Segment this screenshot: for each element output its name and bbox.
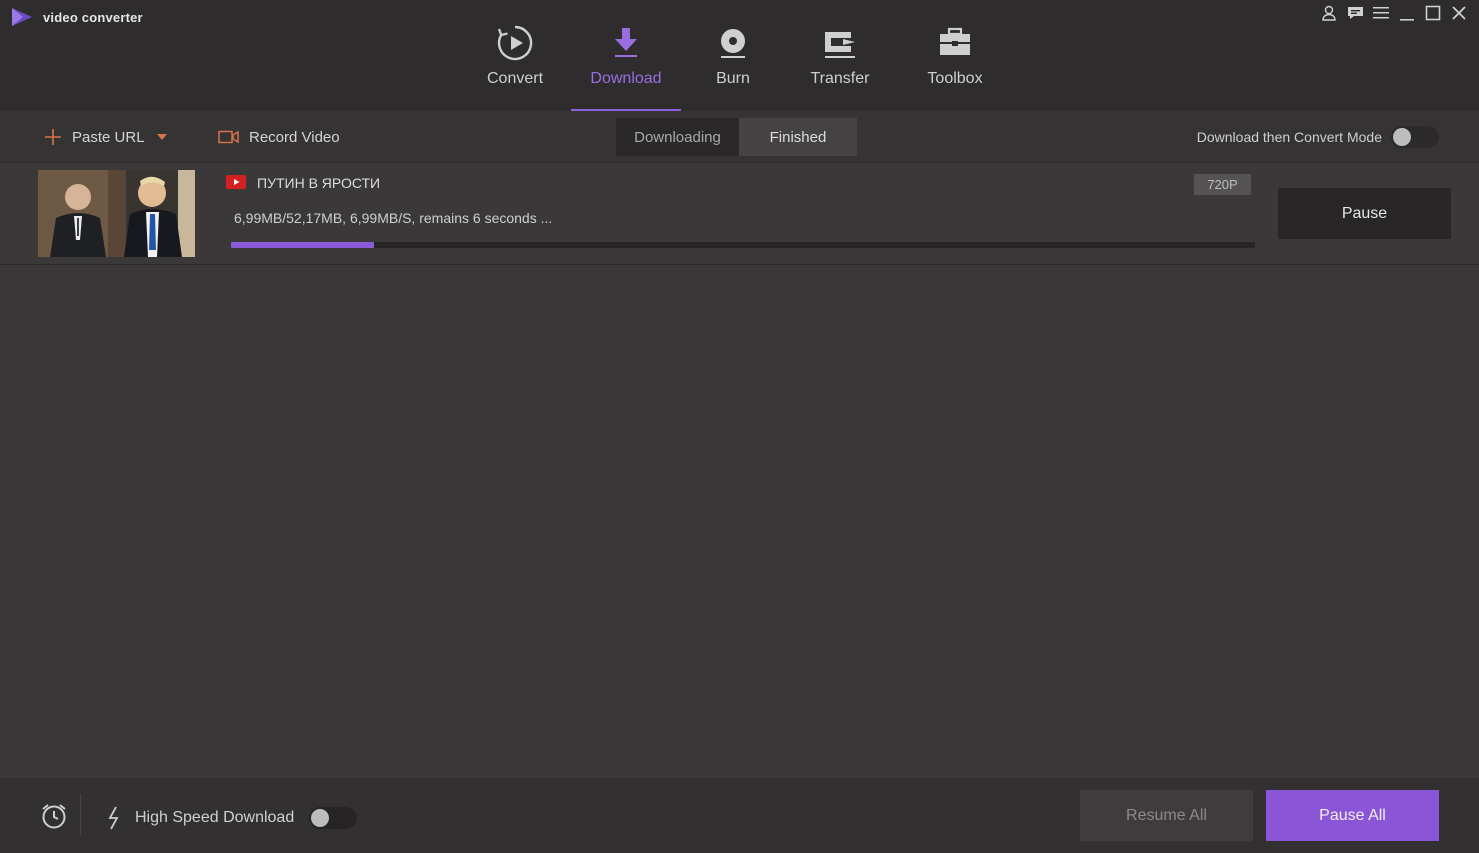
- convert-mode-label: Download then Convert Mode: [1196, 129, 1382, 145]
- convert-icon: [496, 24, 534, 62]
- pause-all-button[interactable]: Pause All: [1266, 790, 1439, 841]
- tab-burn[interactable]: Burn: [678, 0, 788, 111]
- toggle-knob: [1393, 128, 1411, 146]
- main-nav: Convert Download Burn Transfer Toolbox: [0, 0, 1479, 111]
- tab-transfer-label: Transfer: [810, 70, 870, 87]
- high-speed-download-label: High Speed Download: [135, 809, 295, 826]
- record-video-label: Record Video: [249, 128, 340, 146]
- progress-fill: [231, 242, 375, 248]
- video-thumbnail[interactable]: [38, 170, 195, 257]
- progress-status: 6,99MB/52,17MB, 6,99MB/S, remains 6 seco…: [234, 210, 553, 226]
- high-speed-toggle[interactable]: [309, 807, 357, 829]
- alarm-clock-icon[interactable]: [39, 802, 69, 835]
- transfer-icon: [821, 24, 859, 62]
- plus-icon: [45, 129, 61, 145]
- tab-download-label: Download: [590, 70, 662, 87]
- download-item: ПУТИН В ЯРОСТИ 720P 6,99MB/52,17MB, 6,99…: [0, 163, 1479, 265]
- tab-toolbox[interactable]: Toolbox: [900, 0, 1010, 111]
- bottom-divider: [80, 794, 81, 836]
- paste-url-button[interactable]: Paste URL: [44, 111, 145, 163]
- progress-bar: [231, 242, 1255, 248]
- burn-icon: [718, 24, 748, 62]
- youtube-icon: [226, 175, 246, 194]
- tab-toolbox-label: Toolbox: [927, 70, 983, 87]
- tab-download[interactable]: Download: [571, 0, 681, 111]
- chevron-down-icon: [157, 134, 167, 140]
- download-status-switch: Downloading Finished: [616, 118, 857, 156]
- downloading-tab[interactable]: Downloading: [616, 118, 739, 156]
- record-video-button[interactable]: Record Video: [218, 111, 340, 163]
- bottom-bar: High Speed Download Resume All Pause All: [0, 778, 1479, 853]
- camera-icon: [218, 130, 239, 144]
- tab-burn-label: Burn: [716, 70, 750, 87]
- toolbox-icon: [937, 24, 973, 62]
- tab-transfer[interactable]: Transfer: [785, 0, 895, 111]
- resume-all-button[interactable]: Resume All: [1080, 790, 1253, 841]
- video-title: ПУТИН В ЯРОСТИ: [257, 175, 381, 191]
- finished-tab[interactable]: Finished: [739, 118, 857, 156]
- paste-url-dropdown[interactable]: [156, 111, 168, 163]
- lightning-icon: [106, 806, 122, 835]
- download-icon: [611, 24, 641, 62]
- resolution-badge: 720P: [1194, 174, 1251, 195]
- convert-mode-toggle[interactable]: [1391, 126, 1439, 148]
- tab-convert[interactable]: Convert: [460, 0, 570, 111]
- title-bar: video converter Convert Download Burn Tr…: [0, 0, 1479, 111]
- paste-url-label: Paste URL: [72, 128, 145, 146]
- download-toolbar: Paste URL Record Video Downloading Finis…: [0, 111, 1479, 163]
- pause-button[interactable]: Pause: [1278, 188, 1451, 239]
- tab-convert-label: Convert: [486, 70, 544, 87]
- toggle-knob: [311, 809, 329, 827]
